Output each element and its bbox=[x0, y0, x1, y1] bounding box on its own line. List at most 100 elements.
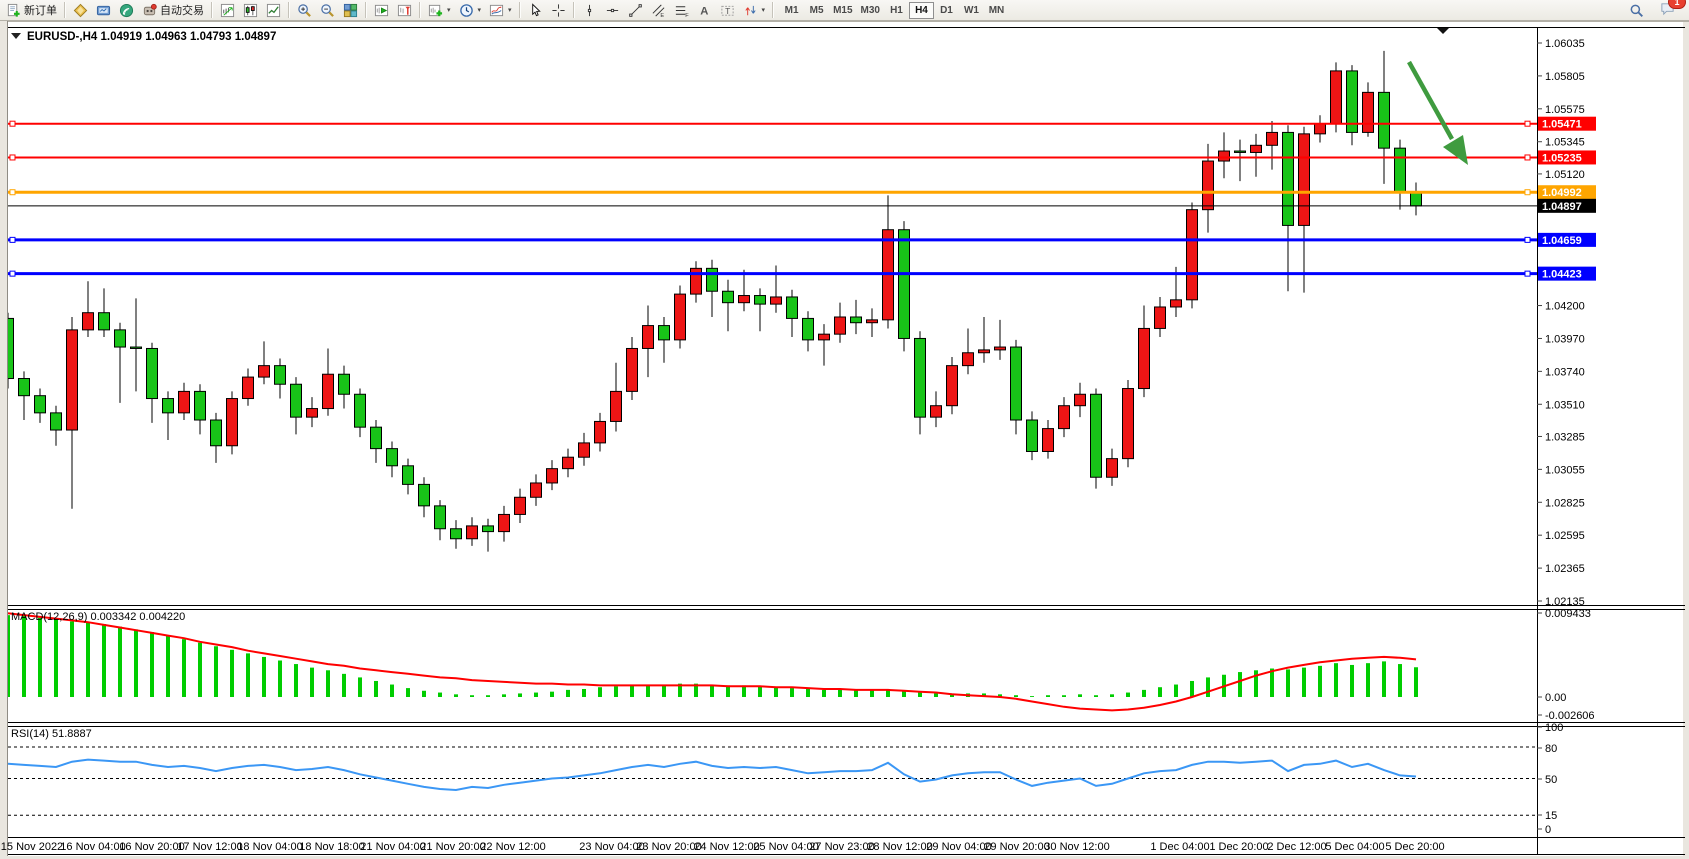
trendline-button[interactable] bbox=[624, 1, 647, 20]
new-chart-button[interactable]: ▾ bbox=[424, 1, 455, 20]
cursor-button[interactable] bbox=[524, 1, 547, 20]
candle-body bbox=[835, 317, 846, 334]
search-icon bbox=[1629, 3, 1644, 18]
tile-windows-icon bbox=[343, 3, 358, 18]
candle-body bbox=[467, 526, 478, 539]
candle-body bbox=[1331, 71, 1342, 124]
new-order-button[interactable]: 新订单 bbox=[2, 1, 61, 20]
arrow-objects-button[interactable]: ▾ bbox=[739, 1, 770, 20]
line-handle[interactable] bbox=[1525, 237, 1530, 242]
candle-body bbox=[1235, 151, 1246, 152]
vline-icon bbox=[582, 3, 597, 18]
candle-body bbox=[1075, 394, 1086, 405]
timeframe-h1-button[interactable]: H1 bbox=[884, 2, 909, 19]
timeframe-w1-button[interactable]: W1 bbox=[959, 2, 984, 19]
line-handle[interactable] bbox=[1525, 155, 1530, 160]
auto-scroll-button[interactable] bbox=[370, 1, 393, 20]
macd-label: MACD(12,26,9) 0.003342 0.004220 bbox=[11, 611, 185, 623]
equidistant-channel-button[interactable]: E bbox=[647, 1, 670, 20]
candle-body bbox=[547, 469, 558, 483]
time-tick-label: 23 Nov 20:00 bbox=[636, 841, 701, 853]
tile-windows-button[interactable] bbox=[339, 1, 362, 20]
timeframe-d1-button[interactable]: D1 bbox=[934, 2, 959, 19]
search-button[interactable] bbox=[1625, 1, 1648, 20]
time-tick-label: 16 Nov 20:00 bbox=[119, 841, 184, 853]
vertical-line-button[interactable] bbox=[578, 1, 601, 20]
price-tick-label: 1.03970 bbox=[1545, 333, 1585, 345]
candle-body bbox=[339, 374, 350, 394]
profile-button[interactable] bbox=[92, 1, 115, 20]
line-handle[interactable] bbox=[10, 121, 15, 126]
timeframe-m15-button[interactable]: M15 bbox=[829, 2, 856, 19]
candle-body bbox=[51, 413, 62, 430]
time-tick-label: 17 Nov 12:00 bbox=[177, 841, 242, 853]
line-handle[interactable] bbox=[10, 190, 15, 195]
time-tick-label: 28 Nov 12:00 bbox=[867, 841, 932, 853]
signals-button[interactable] bbox=[115, 1, 138, 20]
line-handle[interactable] bbox=[10, 271, 15, 276]
toolbar-separator bbox=[772, 2, 774, 18]
candle-body bbox=[1123, 389, 1134, 459]
zoom-in-button[interactable] bbox=[293, 1, 316, 20]
timeframe-h4-button[interactable]: H4 bbox=[909, 2, 934, 19]
line-handle[interactable] bbox=[10, 155, 15, 160]
toolbar-separator bbox=[288, 2, 290, 18]
candle-body bbox=[611, 391, 622, 421]
templates-icon bbox=[489, 3, 504, 18]
line-handle[interactable] bbox=[10, 237, 15, 242]
horizontal-line-button[interactable] bbox=[601, 1, 624, 20]
line-handle[interactable] bbox=[1525, 271, 1530, 276]
timeframe-m1-button[interactable]: M1 bbox=[779, 2, 804, 19]
toolbar-separator bbox=[64, 2, 66, 18]
candle-body bbox=[195, 391, 206, 420]
candle-body bbox=[355, 394, 366, 427]
text-label-button[interactable]: T bbox=[716, 1, 739, 20]
candle-body bbox=[227, 399, 238, 446]
candle-body bbox=[419, 484, 430, 505]
timeframe-m30-button[interactable]: M30 bbox=[857, 2, 884, 19]
templates-button[interactable]: ▾ bbox=[485, 1, 516, 20]
candle-body bbox=[563, 457, 574, 468]
market-watch-icon bbox=[73, 3, 88, 18]
bar-chart-icon bbox=[220, 3, 235, 18]
periods-button[interactable]: ▾ bbox=[455, 1, 486, 20]
rsi-scale-label: 100 bbox=[1545, 722, 1563, 734]
price-tick-label: 1.03740 bbox=[1545, 366, 1585, 378]
text-button[interactable]: A bbox=[693, 1, 716, 20]
price-tick-label: 1.02365 bbox=[1545, 563, 1585, 575]
line-chart-icon bbox=[266, 3, 281, 18]
crosshair-button[interactable] bbox=[547, 1, 570, 20]
candle-body bbox=[627, 348, 638, 391]
time-axis[interactable]: 15 Nov 202216 Nov 04:0016 Nov 20:0017 No… bbox=[1, 841, 1445, 853]
toolbar-separator bbox=[519, 2, 521, 18]
price-level-badge-label: 1.05471 bbox=[1542, 119, 1582, 131]
dropdown-caret-icon[interactable]: ▾ bbox=[478, 6, 482, 14]
auto-trading-button[interactable]: 自动交易 bbox=[138, 1, 208, 20]
line-chart-button[interactable] bbox=[262, 1, 285, 20]
text-label-icon: T bbox=[720, 3, 735, 18]
candle-body bbox=[371, 427, 382, 448]
zoom-out-button[interactable] bbox=[316, 1, 339, 20]
bar-chart-button[interactable] bbox=[216, 1, 239, 20]
chart-plot-area[interactable] bbox=[8, 27, 1537, 605]
dropdown-caret-icon[interactable]: ▾ bbox=[508, 6, 512, 14]
candlestick-chart-button[interactable] bbox=[239, 1, 262, 20]
line-handle[interactable] bbox=[1525, 121, 1530, 126]
time-tick-label: 21 Nov 04:00 bbox=[360, 841, 425, 853]
time-tick-label: 5 Dec 20:00 bbox=[1385, 841, 1444, 853]
candle-body bbox=[1059, 406, 1070, 429]
chart-shift-button[interactable] bbox=[393, 1, 416, 20]
candle-body bbox=[771, 297, 782, 304]
candle-body bbox=[1155, 307, 1166, 328]
periods-icon bbox=[459, 3, 474, 18]
fibonacci-button[interactable]: F bbox=[670, 1, 693, 20]
candle-body bbox=[483, 526, 494, 532]
timeframe-m5-button[interactable]: M5 bbox=[804, 2, 829, 19]
toolbar-right: 1 bbox=[1625, 0, 1687, 21]
svg-text:E: E bbox=[660, 13, 664, 18]
dropdown-caret-icon[interactable]: ▾ bbox=[447, 6, 451, 14]
market-watch-button[interactable] bbox=[69, 1, 92, 20]
line-handle[interactable] bbox=[1525, 190, 1530, 195]
dropdown-caret-icon[interactable]: ▾ bbox=[762, 6, 766, 14]
timeframe-mn-button[interactable]: MN bbox=[984, 2, 1009, 19]
